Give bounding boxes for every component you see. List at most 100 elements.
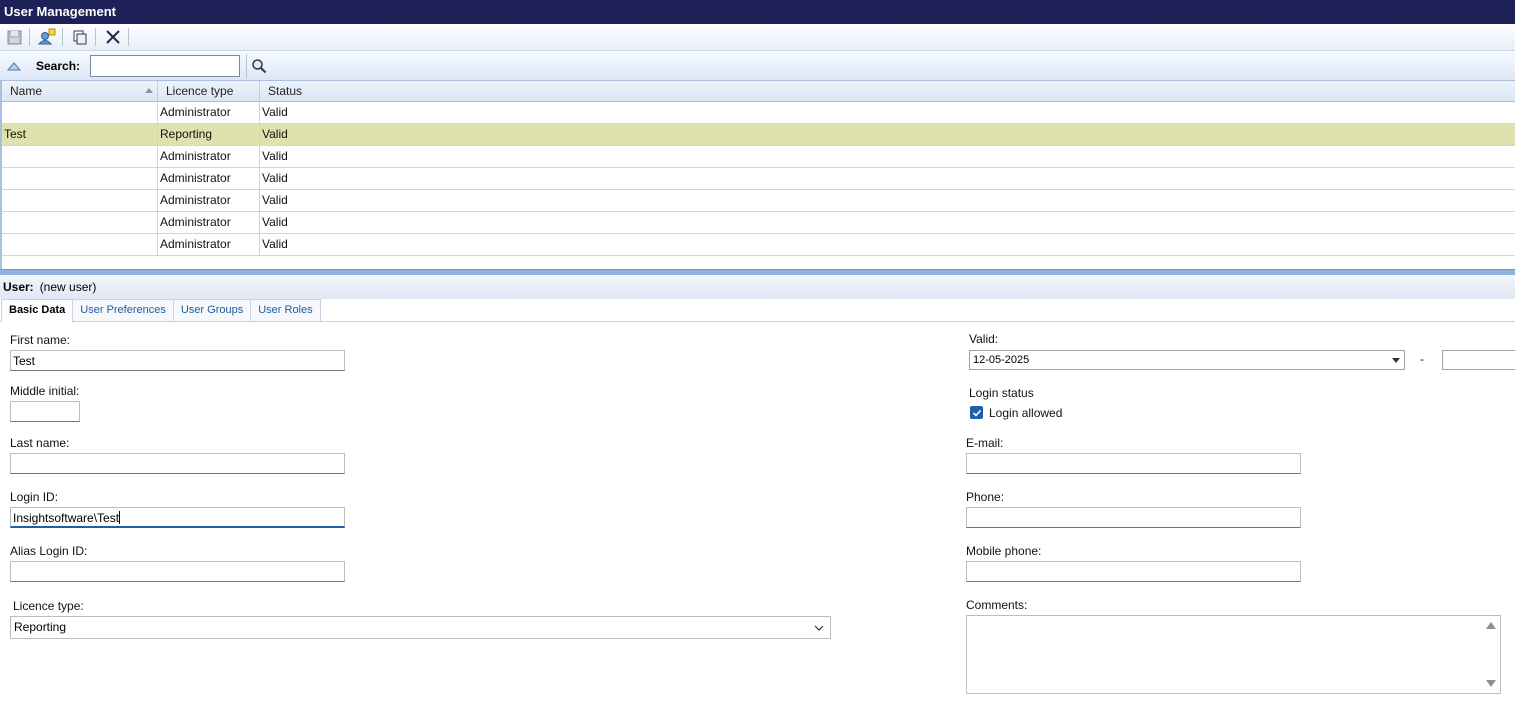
dropdown-arrow-icon xyxy=(1392,358,1400,363)
cell-licence-type: Administrator xyxy=(158,102,260,123)
copy-icon xyxy=(73,30,87,45)
valid-label: Valid: xyxy=(969,332,999,346)
login-allowed-checkbox[interactable] xyxy=(970,406,983,419)
cell-status: Valid xyxy=(262,127,288,141)
save-button[interactable] xyxy=(3,26,25,48)
table-row[interactable]: Administrator Valid xyxy=(2,234,1515,256)
cell-name xyxy=(2,190,158,211)
cell-name xyxy=(2,146,158,167)
toolbar-separator xyxy=(29,28,30,46)
table-row[interactable]: Administrator Valid xyxy=(2,168,1515,190)
search-label: Search: xyxy=(36,58,81,73)
search-bar: Search: xyxy=(0,51,1515,81)
cell-licence-type: Administrator xyxy=(158,168,260,189)
search-icon xyxy=(251,58,266,73)
text-caret xyxy=(119,511,121,524)
detail-user-label: User: xyxy=(3,280,34,294)
cell-licence-type: Administrator xyxy=(158,146,260,167)
email-label: E-mail: xyxy=(966,436,1004,450)
search-input[interactable] xyxy=(90,54,241,77)
valid-range-separator: - xyxy=(1420,352,1424,366)
table-row[interactable]: Administrator Valid xyxy=(2,146,1515,168)
last-name-field[interactable] xyxy=(10,453,345,474)
cell-status: Valid xyxy=(262,149,288,163)
detail-user-value: (new user) xyxy=(39,280,97,294)
login-id-field[interactable]: Insightsoftware\Test xyxy=(10,507,345,528)
valid-to-date[interactable] xyxy=(1442,350,1515,370)
tab-basic-data[interactable]: Basic Data xyxy=(1,299,74,322)
grid-body: Administrator Valid Test Reporting Valid Admi… xyxy=(2,102,1515,256)
cell-status: Valid xyxy=(262,193,288,207)
disk-icon xyxy=(7,30,21,44)
last-name-label: Last name: xyxy=(10,436,70,450)
alias-login-id-label: Alias Login ID: xyxy=(10,544,88,558)
detail-tabs: Basic Data User Preferences User Groups … xyxy=(0,299,1515,322)
cell-licence-type: Administrator xyxy=(158,212,260,233)
first-name-field[interactable]: Test xyxy=(10,350,345,371)
login-id-value: Insightsoftware\Test xyxy=(13,511,120,525)
comments-label: Comments: xyxy=(966,598,1028,612)
valid-from-value: 12-05-2025 xyxy=(973,354,1030,366)
login-id-label: Login ID: xyxy=(10,490,59,504)
table-row[interactable]: Administrator Valid xyxy=(2,102,1515,124)
new-user-button[interactable] xyxy=(36,26,58,48)
alias-login-id-field[interactable] xyxy=(10,561,345,582)
chevron-down-icon xyxy=(814,625,824,631)
detail-header: User: (new user) xyxy=(0,275,1515,299)
users-grid: Name Licence type Status Administrator Va… xyxy=(0,81,1515,269)
collapse-button[interactable] xyxy=(2,54,26,78)
tab-user-preferences[interactable]: User Preferences xyxy=(72,299,174,321)
tab-user-groups[interactable]: User Groups xyxy=(172,299,252,321)
scroll-down-icon[interactable] xyxy=(1486,680,1496,687)
licence-type-select[interactable]: Reporting xyxy=(10,616,831,639)
copy-button[interactable] xyxy=(69,26,91,48)
close-icon xyxy=(106,30,120,44)
cell-status: Valid xyxy=(262,171,288,185)
licence-type-label: Licence type: xyxy=(13,599,84,613)
new-user-icon xyxy=(38,28,56,45)
table-row[interactable]: Administrator Valid xyxy=(2,190,1515,212)
scroll-up-icon[interactable] xyxy=(1486,622,1496,629)
cell-licence-type: Administrator xyxy=(158,190,260,211)
phone-label: Phone: xyxy=(966,490,1005,504)
column-header-licence-type[interactable]: Licence type xyxy=(158,81,260,102)
cell-licence-type: Administrator xyxy=(158,234,260,255)
valid-from-date[interactable]: 12-05-2025 xyxy=(969,350,1405,370)
login-status-label: Login status xyxy=(969,386,1034,400)
toolbar-separator xyxy=(128,28,129,46)
search-button[interactable] xyxy=(246,53,270,78)
login-allowed-label: Login allowed xyxy=(989,406,1063,420)
cell-name xyxy=(2,212,158,233)
column-header-name[interactable]: Name xyxy=(2,81,158,102)
toolbar xyxy=(0,24,1515,51)
cell-status: Valid xyxy=(262,215,288,229)
cell-name: Test xyxy=(2,124,158,145)
toolbar-separator xyxy=(62,28,63,46)
mobile-phone-label: Mobile phone: xyxy=(966,544,1042,558)
cell-name xyxy=(2,168,158,189)
triangle-up-icon xyxy=(7,61,21,70)
cell-status: Valid xyxy=(262,237,288,251)
table-row[interactable]: Test Reporting Valid xyxy=(2,124,1515,146)
column-header-status[interactable]: Status xyxy=(260,81,1515,102)
comments-field[interactable] xyxy=(966,615,1501,694)
cell-name xyxy=(2,102,158,123)
toolbar-separator xyxy=(95,28,96,46)
tab-user-roles[interactable]: User Roles xyxy=(250,299,321,321)
phone-field[interactable] xyxy=(966,507,1301,528)
grid-header: Name Licence type Status xyxy=(2,81,1515,102)
cell-name xyxy=(2,234,158,255)
cell-status: Valid xyxy=(262,105,288,119)
table-row[interactable]: Administrator Valid xyxy=(2,212,1515,234)
sort-ascending-icon xyxy=(145,88,153,93)
cell-licence-type: Reporting xyxy=(158,124,260,145)
middle-initial-label: Middle initial: xyxy=(10,384,80,398)
mobile-phone-field[interactable] xyxy=(966,561,1301,582)
window-title: User Management xyxy=(0,0,1515,24)
licence-type-value: Reporting xyxy=(14,620,67,634)
delete-button[interactable] xyxy=(102,26,124,48)
email-field[interactable] xyxy=(966,453,1301,474)
middle-initial-field[interactable] xyxy=(10,401,80,422)
checkmark-icon xyxy=(972,409,981,417)
first-name-label: First name: xyxy=(10,333,71,347)
